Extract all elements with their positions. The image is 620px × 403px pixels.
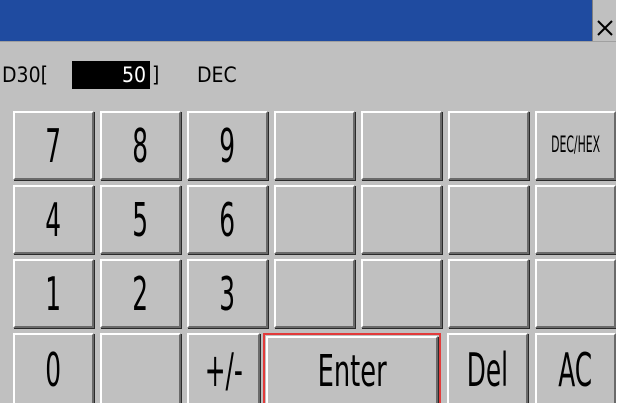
blank-key[interactable] — [535, 185, 616, 254]
delete-key[interactable]: Del — [447, 333, 528, 403]
numeric-keypad-window: D30[ 50 ] DEC 7 8 9 DEC/HEX 4 5 6 1 2 3 … — [0, 0, 616, 403]
blank-key[interactable] — [274, 259, 355, 328]
key-2[interactable]: 2 — [100, 259, 181, 328]
key-8[interactable]: 8 — [100, 111, 181, 180]
blank-key[interactable] — [448, 259, 529, 328]
blank-key[interactable] — [361, 185, 442, 254]
key-7[interactable]: 7 — [13, 111, 94, 180]
close-button[interactable] — [592, 0, 616, 41]
key-6[interactable]: 6 — [187, 185, 268, 254]
key-1[interactable]: 1 — [13, 259, 94, 328]
value-close-bracket: ] — [152, 63, 160, 87]
blank-key[interactable] — [361, 111, 442, 180]
value-display: D30[ 50 ] DEC — [0, 41, 616, 110]
blank-key[interactable] — [535, 259, 616, 328]
device-label: D30[ — [2, 63, 48, 87]
enter-key[interactable]: Enter — [266, 336, 438, 403]
input-value: 50 — [72, 61, 150, 89]
blank-key[interactable] — [274, 111, 355, 180]
key-4[interactable]: 4 — [13, 185, 94, 254]
key-3[interactable]: 3 — [187, 259, 268, 328]
all-clear-key[interactable]: AC — [535, 333, 616, 403]
number-mode-label: DEC — [197, 63, 237, 87]
key-9[interactable]: 9 — [187, 111, 268, 180]
blank-key[interactable] — [274, 185, 355, 254]
dec-hex-key[interactable]: DEC/HEX — [535, 111, 616, 180]
title-bar[interactable] — [0, 0, 592, 41]
blank-key[interactable] — [100, 333, 181, 403]
blank-key[interactable] — [448, 185, 529, 254]
blank-key[interactable] — [448, 111, 529, 180]
sign-toggle-key[interactable]: +/- — [187, 333, 260, 403]
key-0[interactable]: 0 — [13, 333, 94, 403]
blank-key[interactable] — [361, 259, 442, 328]
close-icon — [596, 20, 613, 36]
key-5[interactable]: 5 — [100, 185, 181, 254]
